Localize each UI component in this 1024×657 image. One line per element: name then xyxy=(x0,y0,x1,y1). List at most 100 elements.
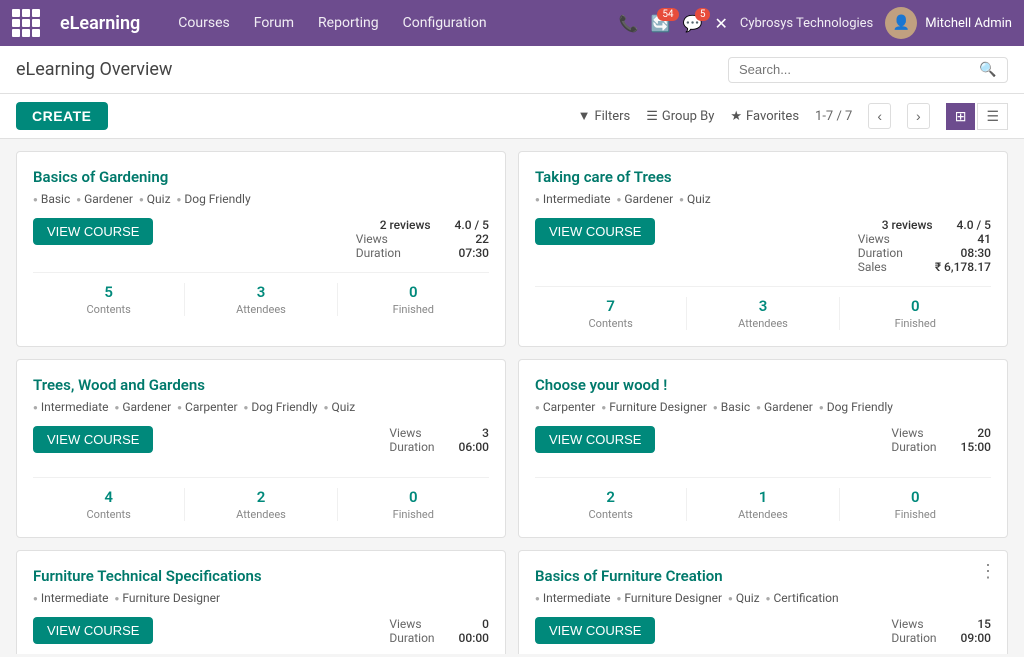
duration-row: Duration00:00 xyxy=(389,631,489,645)
course-tags: CarpenterFurniture DesignerBasicGardener… xyxy=(535,400,991,414)
nav-forum[interactable]: Forum xyxy=(244,11,304,35)
user-name: Mitchell Admin xyxy=(925,16,1012,31)
attendees-label: Attendees xyxy=(687,317,838,330)
views-label: Views xyxy=(891,617,923,631)
tag: Gardener xyxy=(756,400,813,414)
close-icon[interactable]: ✕ xyxy=(714,14,727,33)
views-value: 20 xyxy=(977,426,991,440)
nav-configuration[interactable]: Configuration xyxy=(393,11,497,35)
duration-row: Duration07:30 xyxy=(356,246,489,260)
duration-label: Duration xyxy=(891,440,936,454)
groupby-button[interactable]: ☰ Group By xyxy=(646,109,714,124)
rating-value: 4.0 / 5 xyxy=(455,218,489,232)
course-title[interactable]: Choose your wood ! xyxy=(535,376,991,394)
views-row: Views0 xyxy=(389,617,489,631)
messages-icon[interactable]: 💬 5 xyxy=(683,14,703,33)
tag: Quiz xyxy=(324,400,356,414)
finished-num: 0 xyxy=(338,488,489,506)
star-icon: ★ xyxy=(730,109,742,124)
pagination-info: 1-7 / 7 xyxy=(815,109,852,124)
contents-stat: 4 Contents xyxy=(33,488,185,521)
nav-courses[interactable]: Courses xyxy=(168,11,239,35)
sales-row: Sales₹ 6,178.17 xyxy=(858,260,991,274)
tag: Intermediate xyxy=(535,591,610,605)
view-course-button[interactable]: VIEW COURSE xyxy=(33,218,153,245)
contents-num: 2 xyxy=(535,488,686,506)
attendees-label: Attendees xyxy=(185,303,336,316)
views-value: 22 xyxy=(475,232,489,246)
course-card: Basics of Gardening BasicGardenerQuizDog… xyxy=(16,151,506,347)
attendees-num: 1 xyxy=(687,488,838,506)
duration-value: 00:00 xyxy=(459,631,489,645)
card-footer: 2 Contents 1 Attendees 0 Finished xyxy=(535,477,991,521)
course-title[interactable]: Basics of Furniture Creation xyxy=(535,567,991,585)
tag: Certification xyxy=(766,591,839,605)
toolbar: CREATE ▼ Filters ☰ Group By ★ Favorites … xyxy=(0,94,1024,139)
finished-num: 0 xyxy=(338,283,489,301)
app-brand: eLearning xyxy=(60,13,140,34)
grid-view-button[interactable]: ⊞ xyxy=(946,103,976,130)
card-menu-button[interactable]: ⋮ xyxy=(979,561,997,582)
view-course-button[interactable]: VIEW COURSE xyxy=(535,617,655,644)
view-course-button[interactable]: VIEW COURSE xyxy=(33,617,153,644)
card-footer: 4 Contents 2 Attendees 0 Finished xyxy=(33,477,489,521)
views-label: Views xyxy=(389,426,421,440)
user-menu[interactable]: 👤 Mitchell Admin xyxy=(885,7,1012,39)
view-course-button[interactable]: VIEW COURSE xyxy=(535,218,655,245)
filters-label: Filters xyxy=(594,109,630,124)
attendees-stat: 2 Attendees xyxy=(185,488,337,521)
tag: Carpenter xyxy=(177,400,237,414)
groupby-icon: ☰ xyxy=(646,109,658,124)
apps-menu-button[interactable] xyxy=(12,9,40,37)
filters-button[interactable]: ▼ Filters xyxy=(578,108,631,124)
view-course-button[interactable]: VIEW COURSE xyxy=(535,426,655,453)
sales-value: ₹ 6,178.17 xyxy=(935,260,991,274)
views-row: Views 3 xyxy=(389,426,489,440)
duration-label: Duration xyxy=(858,246,903,260)
favorites-button[interactable]: ★ Favorites xyxy=(730,109,799,124)
next-page-button[interactable]: › xyxy=(907,103,930,129)
page-title: eLearning Overview xyxy=(16,59,716,80)
course-card: ⋮ Basics of Furniture Creation Intermedi… xyxy=(518,550,1008,654)
views-label: Views xyxy=(389,617,421,631)
reviews-value: 2 reviews xyxy=(380,218,431,232)
finished-stat: 0 Finished xyxy=(338,283,489,316)
page-header: eLearning Overview 🔍 xyxy=(0,46,1024,94)
views-value: 15 xyxy=(977,617,991,631)
finished-num: 0 xyxy=(840,488,991,506)
nav-reporting[interactable]: Reporting xyxy=(308,11,389,35)
course-tags: IntermediateFurniture Designer xyxy=(33,591,489,605)
course-title[interactable]: Basics of Gardening xyxy=(33,168,489,186)
course-tags: IntermediateFurniture DesignerQuizCertif… xyxy=(535,591,991,605)
top-navigation: eLearning Courses Forum Reporting Config… xyxy=(0,0,1024,46)
contents-label: Contents xyxy=(33,303,184,316)
course-title[interactable]: Furniture Technical Specifications xyxy=(33,567,489,585)
views-value: 3 xyxy=(482,426,489,440)
course-card: Choose your wood ! CarpenterFurniture De… xyxy=(518,359,1008,538)
contents-num: 5 xyxy=(33,283,184,301)
reviews-row: 2 reviews 4.0 / 5 xyxy=(356,218,489,232)
views-row: Views20 xyxy=(891,426,991,440)
prev-page-button[interactable]: ‹ xyxy=(868,103,891,129)
tag: Basic xyxy=(33,192,70,206)
tag: Dog Friendly xyxy=(177,192,251,206)
list-view-button[interactable]: ☰ xyxy=(977,103,1008,130)
user-avatar: 👤 xyxy=(885,7,917,39)
view-course-button[interactable]: VIEW COURSE xyxy=(33,426,153,453)
search-bar[interactable]: 🔍 xyxy=(728,57,1008,83)
course-card: Trees, Wood and Gardens IntermediateGard… xyxy=(16,359,506,538)
topbar-right: 📞 🔄 54 💬 5 ✕ Cybrosys Technologies 👤 Mit… xyxy=(619,7,1012,39)
activity-icon[interactable]: 🔄 54 xyxy=(651,14,671,33)
search-input[interactable] xyxy=(739,62,979,77)
tag: Gardener xyxy=(616,192,673,206)
attendees-num: 3 xyxy=(185,283,336,301)
tag: Gardener xyxy=(114,400,171,414)
course-card: Taking care of Trees IntermediateGardene… xyxy=(518,151,1008,347)
activity-badge: 54 xyxy=(657,8,678,21)
phone-icon[interactable]: 📞 xyxy=(619,14,639,33)
course-title[interactable]: Taking care of Trees xyxy=(535,168,991,186)
views-label: Views xyxy=(858,232,890,246)
create-button[interactable]: CREATE xyxy=(16,102,108,130)
contents-stat: 2 Contents xyxy=(535,488,687,521)
course-title[interactable]: Trees, Wood and Gardens xyxy=(33,376,489,394)
